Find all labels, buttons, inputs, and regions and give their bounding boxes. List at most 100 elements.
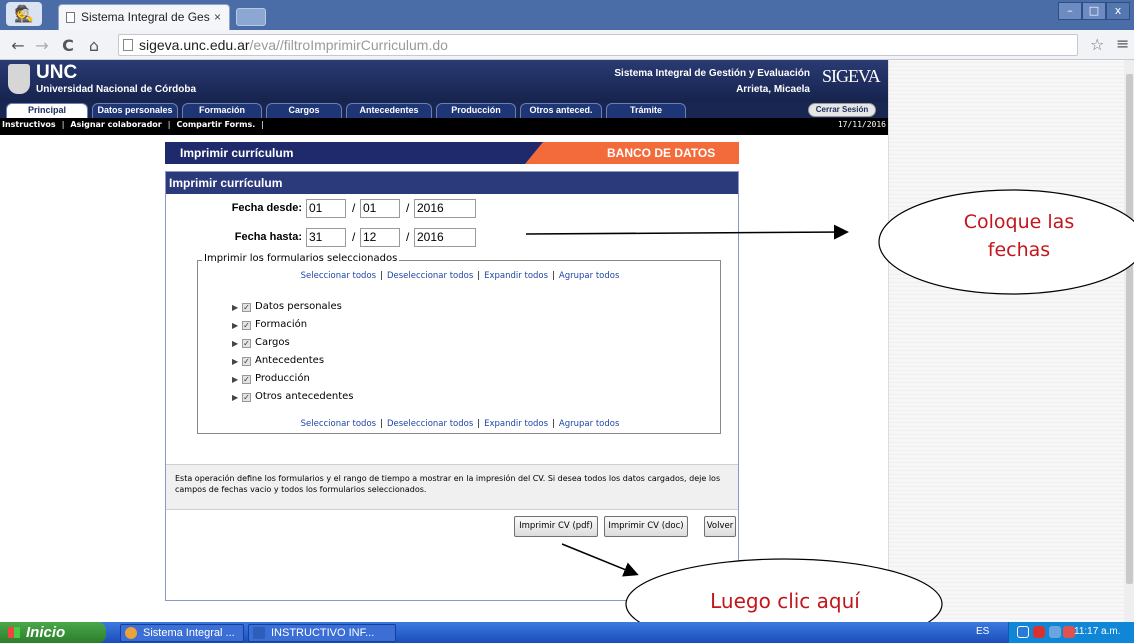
main-tabs: Principal Datos personales Formación Car… — [0, 102, 888, 118]
sigeva-logo: SIGEVA — [822, 66, 881, 86]
tree-item-label: Cargos — [255, 337, 290, 348]
reload-icon[interactable]: C — [58, 36, 78, 55]
page-icon — [66, 12, 75, 23]
taskbar-item-label: INSTRUCTIVO INF... — [271, 627, 375, 639]
star-icon[interactable]: ☆ — [1090, 35, 1104, 54]
fecha-hasta-month-input[interactable]: 12 — [360, 228, 400, 247]
checkbox-checked-icon[interactable]: ✓ — [242, 393, 251, 402]
tab-otros-anteced[interactable]: Otros anteced. — [520, 103, 602, 118]
window-close-icon[interactable]: x — [1106, 2, 1130, 20]
checkbox-checked-icon[interactable]: ✓ — [242, 321, 251, 330]
date-separator: / — [406, 230, 410, 244]
university-name: Universidad Nacional de Córdoba — [36, 84, 197, 95]
seleccionar-todos-link[interactable]: Seleccionar todos — [301, 271, 376, 281]
logout-button[interactable]: Cerrar Sesión — [808, 103, 876, 117]
scrollbar-thumb[interactable] — [1126, 74, 1133, 584]
print-cv-doc-button[interactable]: Imprimir CV (doc) — [604, 516, 688, 537]
back-button[interactable]: Volver — [704, 516, 736, 537]
tray-network-icon[interactable] — [1017, 626, 1029, 638]
menu-icon[interactable]: ≡ — [1116, 34, 1129, 53]
sub-navigation: Instructivos | Asignar colaborador | Compart… — [0, 118, 888, 135]
tab-cargos[interactable]: Cargos — [266, 103, 342, 118]
page-title-bar: Imprimir currículum BANCO DE DATOS — [165, 142, 739, 164]
banco-de-datos-label: BANCO DE DATOS — [607, 146, 716, 160]
subnav-compartir-forms[interactable]: Compartir Forms. — [176, 120, 255, 129]
print-cv-pdf-button[interactable]: Imprimir CV (pdf) — [514, 516, 598, 537]
seleccionar-todos-link[interactable]: Seleccionar todos — [301, 419, 376, 429]
expandir-todos-link[interactable]: Expandir todos — [484, 271, 548, 281]
info-text: Esta operación define los formularios y … — [175, 474, 721, 494]
tree-item-label: Antecedentes — [255, 355, 325, 366]
address-bar[interactable]: sigeva.unc.edu.ar/eva//filtroImprimirCur… — [118, 34, 1078, 56]
fecha-hasta-day-input[interactable]: 31 — [306, 228, 346, 247]
tab-produccion[interactable]: Producción — [436, 103, 516, 118]
expand-arrow-icon[interactable]: ▶ — [232, 375, 238, 384]
tab-antecedentes[interactable]: Antecedentes — [346, 103, 432, 118]
language-indicator[interactable]: ES — [976, 626, 989, 637]
minimize-icon[interactable]: – — [1058, 2, 1082, 20]
checkbox-checked-icon[interactable]: ✓ — [242, 375, 251, 384]
tree-item-label: Formación — [255, 319, 308, 330]
subnav-separator: | — [261, 120, 264, 129]
clock[interactable]: 11:17 a.m. — [1074, 626, 1121, 637]
date-separator: / — [352, 230, 356, 244]
expand-arrow-icon[interactable]: ▶ — [232, 321, 238, 330]
expand-arrow-icon[interactable]: ▶ — [232, 357, 238, 366]
taskbar-item-word[interactable]: INSTRUCTIVO INF... — [248, 624, 396, 642]
fecha-hasta-year-input[interactable]: 2016 — [414, 228, 476, 247]
tray-antivirus-icon[interactable] — [1033, 626, 1045, 638]
page-viewport: UNC Universidad Nacional de Córdoba Sist… — [0, 60, 1134, 622]
close-tab-icon[interactable]: × — [214, 5, 221, 29]
user-name: Arrieta, Micaela — [736, 84, 810, 95]
expand-arrow-icon[interactable]: ▶ — [232, 339, 238, 348]
fecha-desde-day-input[interactable]: 01 — [306, 199, 346, 218]
tab-formacion[interactable]: Formación — [182, 103, 262, 118]
bulk-actions-top: Seleccionar todos | Deseleccionar todos | Ex… — [198, 271, 722, 281]
browser-tab-title: Sistema Integral de Ges — [81, 10, 210, 24]
subnav-instructivos[interactable]: Instructivos — [2, 120, 56, 129]
page-title: Imprimir currículum — [180, 146, 294, 160]
checkbox-checked-icon[interactable]: ✓ — [242, 303, 251, 312]
agrupar-todos-link[interactable]: Agrupar todos — [559, 271, 619, 281]
tab-datos-personales[interactable]: Datos personales — [92, 103, 178, 118]
tray-volume-icon[interactable] — [1049, 626, 1061, 638]
home-icon[interactable]: ⌂ — [84, 36, 104, 55]
tab-tramite[interactable]: Trámite — [606, 103, 686, 118]
checkbox-checked-icon[interactable]: ✓ — [242, 357, 251, 366]
expand-arrow-icon[interactable]: ▶ — [232, 303, 238, 312]
link-separator: | — [552, 271, 555, 281]
callout-click-text: Luego clic aquí — [710, 589, 860, 613]
browser-navbar: ← → C ⌂ sigeva.unc.edu.ar/eva//filtroImp… — [0, 30, 1134, 60]
form-title: Imprimir currículum — [166, 172, 738, 194]
expandir-todos-link[interactable]: Expandir todos — [484, 419, 548, 429]
link-separator: | — [380, 271, 383, 281]
back-icon[interactable]: ← — [8, 36, 28, 55]
page-icon — [123, 39, 133, 51]
forward-icon[interactable]: → — [32, 36, 52, 55]
browser-profile-icon[interactable]: 🕵 — [6, 2, 42, 26]
tree-item-label: Datos personales — [255, 301, 342, 312]
bulk-actions-bottom: Seleccionar todos | Deseleccionar todos | Ex… — [198, 419, 722, 429]
expand-arrow-icon[interactable]: ▶ — [232, 393, 238, 402]
fecha-desde-month-input[interactable]: 01 — [360, 199, 400, 218]
deseleccionar-todos-link[interactable]: Deseleccionar todos — [387, 271, 473, 281]
new-tab-button[interactable] — [236, 8, 266, 26]
deseleccionar-todos-link[interactable]: Deseleccionar todos — [387, 419, 473, 429]
windows-flag-icon — [8, 627, 20, 638]
agrupar-todos-link[interactable]: Agrupar todos — [559, 419, 619, 429]
site-header: UNC Universidad Nacional de Córdoba Sist… — [0, 60, 888, 102]
tab-principal[interactable]: Principal — [6, 103, 88, 118]
browser-tab[interactable]: Sistema Integral de Ges × — [58, 4, 230, 30]
date-separator: / — [352, 201, 356, 215]
print-cv-form: Imprimir currículum Fecha desde: 01 / 01… — [165, 171, 739, 601]
taskbar-item-chrome[interactable]: Sistema Integral ... — [120, 624, 244, 642]
university-crest-logo — [8, 64, 30, 94]
fecha-desde-year-input[interactable]: 2016 — [414, 199, 476, 218]
start-button[interactable]: Inicio — [0, 622, 106, 643]
checkbox-checked-icon[interactable]: ✓ — [242, 339, 251, 348]
word-document-icon — [253, 627, 265, 639]
maximize-icon[interactable]: □ — [1082, 2, 1106, 20]
subnav-asignar-colaborador[interactable]: Asignar colaborador — [70, 120, 161, 129]
url-path: /eva//filtroImprimirCurriculum.do — [249, 37, 448, 53]
start-label: Inicio — [26, 624, 66, 641]
